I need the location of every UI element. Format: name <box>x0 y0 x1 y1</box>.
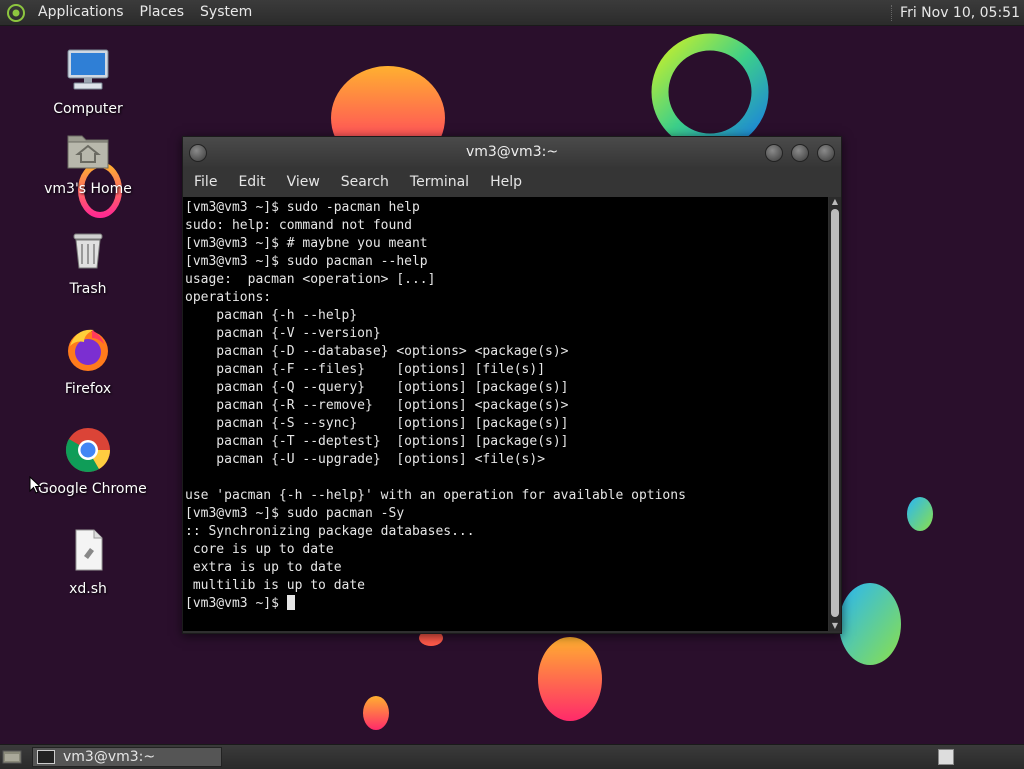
terminal-line: pacman {-R --remove} [options] <package(… <box>185 398 569 413</box>
desktop-icon-label: vm3's Home <box>44 181 132 197</box>
window-title: vm3@vm3:~ <box>465 144 559 160</box>
terminal-line: pacman {-U --upgrade} [options] <file(s)… <box>185 452 546 467</box>
menu-help[interactable]: Help <box>479 174 532 190</box>
script-file-icon <box>75 529 103 571</box>
minimize-button[interactable] <box>765 144 783 162</box>
window-menu-button[interactable] <box>189 144 207 162</box>
terminal-line: operations: <box>185 290 272 305</box>
desktop-icon-xd-sh[interactable]: xd.sh <box>38 526 138 597</box>
desktop-icon-chrome[interactable]: Google Chrome <box>38 426 147 497</box>
system-menu[interactable]: System <box>192 0 260 25</box>
terminal-titlebar[interactable]: vm3@vm3:~ <box>183 137 841 167</box>
mouse-pointer-icon <box>29 476 41 494</box>
taskbar-terminal-button[interactable]: vm3@vm3:~ <box>32 747 222 767</box>
distro-logo-icon[interactable] <box>6 3 26 23</box>
terminal-line: pacman {-S --sync} [options] [package(s)… <box>185 416 569 431</box>
terminal-window[interactable]: vm3@vm3:~ File Edit View Search Terminal… <box>182 136 842 634</box>
computer-icon <box>67 49 109 90</box>
terminal-output[interactable]: [vm3@vm3 ~]$ sudo -pacman help sudo: hel… <box>183 197 828 631</box>
close-button[interactable] <box>817 144 835 162</box>
top-panel: Applications Places System Fri Nov 10, 0… <box>0 0 1024 26</box>
terminal-line: usage: pacman <operation> [...] <box>185 272 436 287</box>
menu-search[interactable]: Search <box>330 174 399 190</box>
scroll-down-icon[interactable]: ▼ <box>829 621 841 631</box>
desktop-icon-label: Computer <box>53 101 123 117</box>
terminal-line: use 'pacman {-h --help}' with an operati… <box>185 488 686 503</box>
terminal-line: multilib is up to date <box>185 578 366 593</box>
menu-view[interactable]: View <box>276 174 330 190</box>
home-folder-icon <box>67 135 109 169</box>
panel-separator <box>891 4 894 21</box>
scroll-up-icon[interactable]: ▲ <box>829 197 841 207</box>
terminal-line: pacman {-D --database} <options> <packag… <box>185 344 569 359</box>
workspace-switcher[interactable] <box>938 749 954 765</box>
maximize-button[interactable] <box>791 144 809 162</box>
trash-icon <box>73 233 103 269</box>
desktop-icon-firefox[interactable]: Firefox <box>38 326 138 397</box>
terminal-line: core is up to date <box>185 542 334 557</box>
menu-file[interactable]: File <box>183 174 227 190</box>
terminal-line: extra is up to date <box>185 560 342 575</box>
desktop-icon-home[interactable]: vm3's Home <box>38 126 138 197</box>
terminal-line: pacman {-F --files} [options] [file(s)] <box>185 362 546 377</box>
menu-terminal[interactable]: Terminal <box>399 174 479 190</box>
terminal-line: :: Synchronizing package databases... <box>185 524 475 539</box>
terminal-line: [vm3@vm3 ~]$ sudo pacman -Sy <box>185 506 405 521</box>
desktop-icon-label: Google Chrome <box>38 481 147 497</box>
applications-menu[interactable]: Applications <box>30 0 132 25</box>
taskbar-button-label: vm3@vm3:~ <box>63 749 156 765</box>
chrome-icon <box>65 428 110 472</box>
terminal-line: [vm3@vm3 ~]$ # maybne you meant <box>185 236 428 251</box>
menu-edit[interactable]: Edit <box>227 174 275 190</box>
desktop-icon-label: Trash <box>69 281 107 297</box>
text-cursor <box>286 595 295 610</box>
show-desktop-icon[interactable] <box>2 749 22 765</box>
bottom-panel: vm3@vm3:~ <box>0 744 1024 769</box>
terminal-line: [vm3@vm3 ~]$ sudo -pacman help <box>185 200 420 215</box>
terminal-prompt: [vm3@vm3 ~]$ <box>185 596 287 611</box>
terminal-line: sudo: help: command not found <box>185 218 412 233</box>
desktop-icon-label: Firefox <box>64 381 112 397</box>
terminal-line: pacman {-h --help} <box>185 308 358 323</box>
desktop-icon-trash[interactable]: Trash <box>38 226 138 297</box>
terminal-line: pacman {-Q --query} [options] [package(s… <box>185 380 569 395</box>
terminal-icon <box>37 750 55 764</box>
terminal-line: [vm3@vm3 ~]$ sudo pacman --help <box>185 254 428 269</box>
firefox-icon <box>68 329 108 371</box>
terminal-line: pacman {-V --version} <box>185 326 381 341</box>
desktop-icon-label: xd.sh <box>69 581 107 597</box>
terminal-line: pacman {-T --deptest} [options] [package… <box>185 434 569 449</box>
scrollbar-thumb[interactable] <box>831 209 839 617</box>
panel-clock[interactable]: Fri Nov 10, 05:51 <box>900 5 1024 21</box>
desktop-icon-computer[interactable]: Computer <box>38 46 138 117</box>
terminal-prompt-line[interactable]: [vm3@vm3 ~]$ <box>183 595 828 613</box>
terminal-menubar: File Edit View Search Terminal Help <box>183 167 841 197</box>
places-menu[interactable]: Places <box>132 0 193 25</box>
terminal-scrollbar[interactable]: ▲ ▼ <box>829 197 841 631</box>
